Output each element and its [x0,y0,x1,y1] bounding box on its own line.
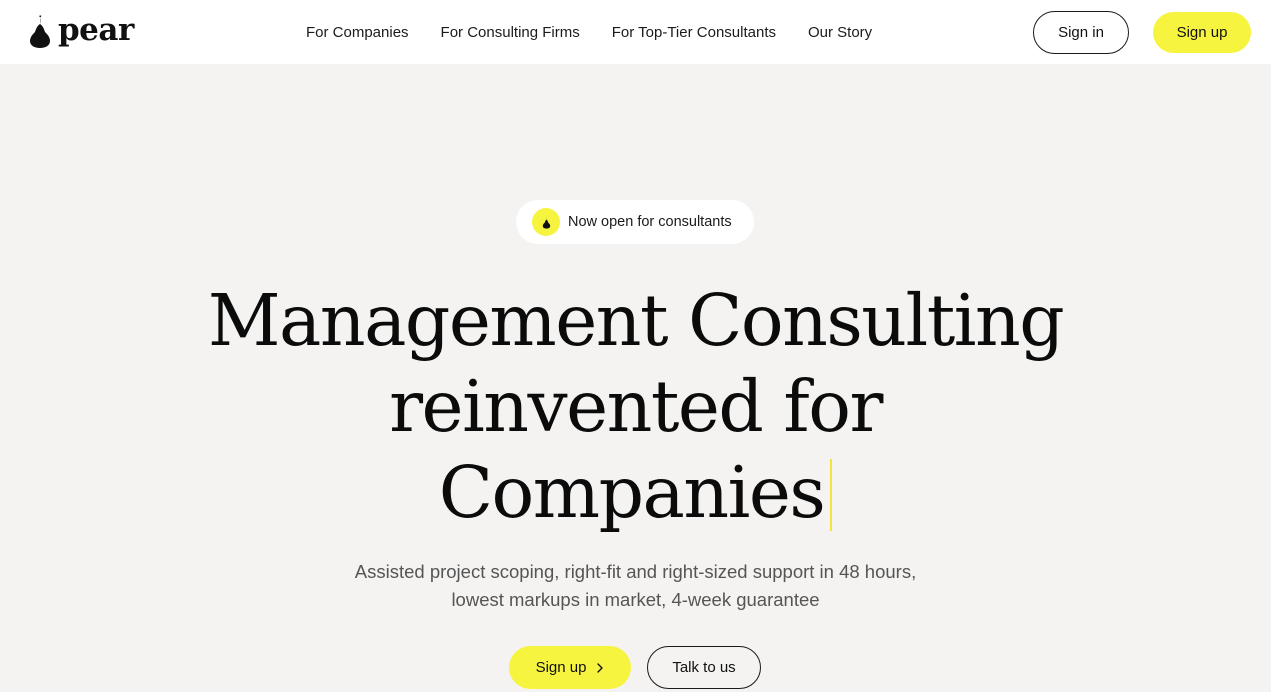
nav-item-our-story[interactable]: Our Story [808,24,872,41]
hero-sign-up-button[interactable]: Sign up [509,646,631,689]
pear-icon [542,216,550,229]
hero-subtitle: Assisted project scoping, right-fit and … [0,558,1271,614]
headline-line-2: reinvented for [389,365,883,448]
typing-cursor [830,459,833,531]
headline-line-3: Companies [438,451,826,534]
hero-sign-up-label: Sign up [535,659,587,676]
nav-item-for-top-tier-consultants[interactable]: For Top-Tier Consultants [612,24,776,41]
pear-icon [30,15,50,48]
headline-line-3-wrap: Companies [0,450,1271,536]
nav-item-for-companies[interactable]: For Companies [306,24,409,41]
announcement-badge[interactable]: Now open for consultants [516,200,754,244]
sign-in-button[interactable]: Sign in [1033,11,1129,54]
header-sign-up-button[interactable]: Sign up [1153,12,1251,53]
hero-headline: Management Consulting reinvented for Com… [0,278,1271,536]
badge-text: Now open for consultants [568,214,732,230]
chevron-right-icon [597,662,604,673]
nav-item-for-consulting-firms[interactable]: For Consulting Firms [441,24,580,41]
site-header: pear For Companies For Consulting Firms … [0,0,1271,64]
main-nav: For Companies For Consulting Firms For T… [290,0,888,64]
subtitle-line-2: lowest markups in market, 4-week guarant… [451,589,820,610]
talk-to-us-button[interactable]: Talk to us [647,646,761,689]
headline-line-1: Management Consulting [207,279,1065,362]
logo-text: pear [58,11,134,48]
badge-icon-circle [532,208,560,236]
logo-link[interactable]: pear [28,12,134,52]
subtitle-line-1: Assisted project scoping, right-fit and … [354,561,917,582]
